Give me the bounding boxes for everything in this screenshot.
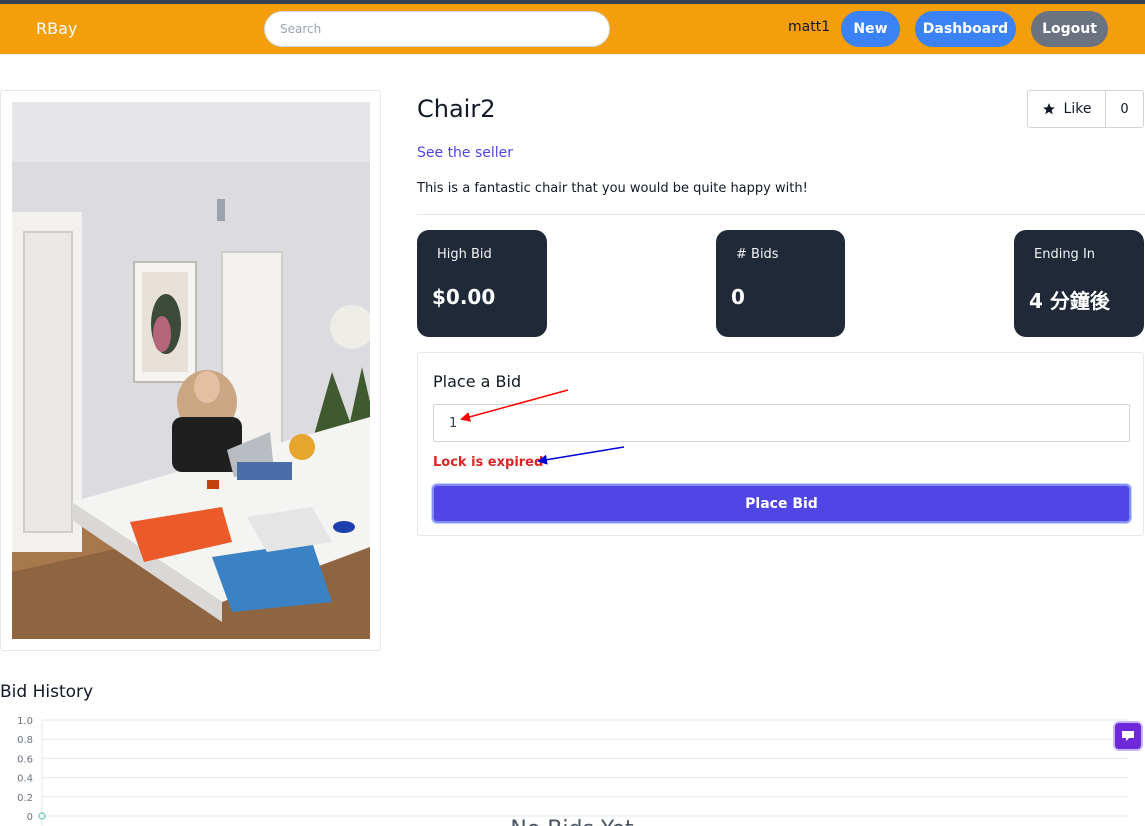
star-icon xyxy=(1042,103,1055,115)
chart-y-tick-label: 0.4 xyxy=(17,774,33,785)
item-image-card xyxy=(0,90,381,651)
chart-y-tick-label: 0.6 xyxy=(17,754,33,765)
stat-label: # Bids xyxy=(736,247,779,262)
chart-y-tick-label: 0 xyxy=(27,812,33,823)
bid-history-chart: 1.0 0.8 0.6 0.4 0.2 0 No Bids Yet xyxy=(17,716,1128,826)
bid-history-title: Bid History xyxy=(0,682,94,702)
place-bid-button[interactable]: Place Bid xyxy=(432,484,1131,523)
stat-card-ending-in: Ending In 4 分鐘後 xyxy=(1014,230,1144,337)
item-title: Chair2 xyxy=(417,95,496,123)
like-count: 0 xyxy=(1120,101,1129,117)
like-button[interactable]: Like xyxy=(1028,91,1106,127)
stat-value: 0 xyxy=(731,285,745,309)
stat-value: $0.00 xyxy=(432,285,496,309)
dashboard-button[interactable]: Dashboard xyxy=(915,11,1016,47)
divider xyxy=(417,214,1145,215)
stat-value: 4 分鐘後 xyxy=(1029,289,1110,313)
chart-y-tick-label: 0.8 xyxy=(17,735,33,746)
chart-y-ticks: 1.0 0.8 0.6 0.4 0.2 0 xyxy=(17,716,33,823)
bid-amount-input[interactable] xyxy=(433,404,1130,442)
username-label: matt1 xyxy=(788,19,831,35)
chart-empty-message: No Bids Yet xyxy=(510,817,634,826)
brand-logo[interactable]: RBay xyxy=(36,19,77,38)
place-bid-card: Place a Bid Lock is expired Place Bid xyxy=(417,352,1144,536)
see-seller-link[interactable]: See the seller xyxy=(417,145,513,161)
navbar: RBay matt1 New Dashboard Logout xyxy=(0,4,1145,54)
stat-card-bids: # Bids 0 xyxy=(716,230,845,337)
item-photo xyxy=(12,102,370,639)
help-widget-button[interactable] xyxy=(1113,721,1143,751)
search-input[interactable] xyxy=(264,11,610,47)
new-button[interactable]: New xyxy=(841,11,900,47)
place-bid-heading: Place a Bid xyxy=(433,372,522,391)
item-description: This is a fantastic chair that you would… xyxy=(417,181,808,196)
stat-label: Ending In xyxy=(1034,247,1096,262)
stat-label: High Bid xyxy=(437,247,492,262)
chat-bubble-icon xyxy=(1122,731,1134,741)
like-label: Like xyxy=(1063,101,1092,117)
bid-error-message: Lock is expired xyxy=(433,455,544,470)
stat-card-high-bid: High Bid $0.00 xyxy=(417,230,547,337)
chart-y-tick-label: 0.2 xyxy=(17,793,33,804)
logout-button[interactable]: Logout xyxy=(1031,11,1108,47)
chart-y-tick-label: 1.0 xyxy=(17,716,33,727)
chart-grid xyxy=(41,719,1128,826)
like-button-group: Like 0 xyxy=(1027,90,1144,128)
